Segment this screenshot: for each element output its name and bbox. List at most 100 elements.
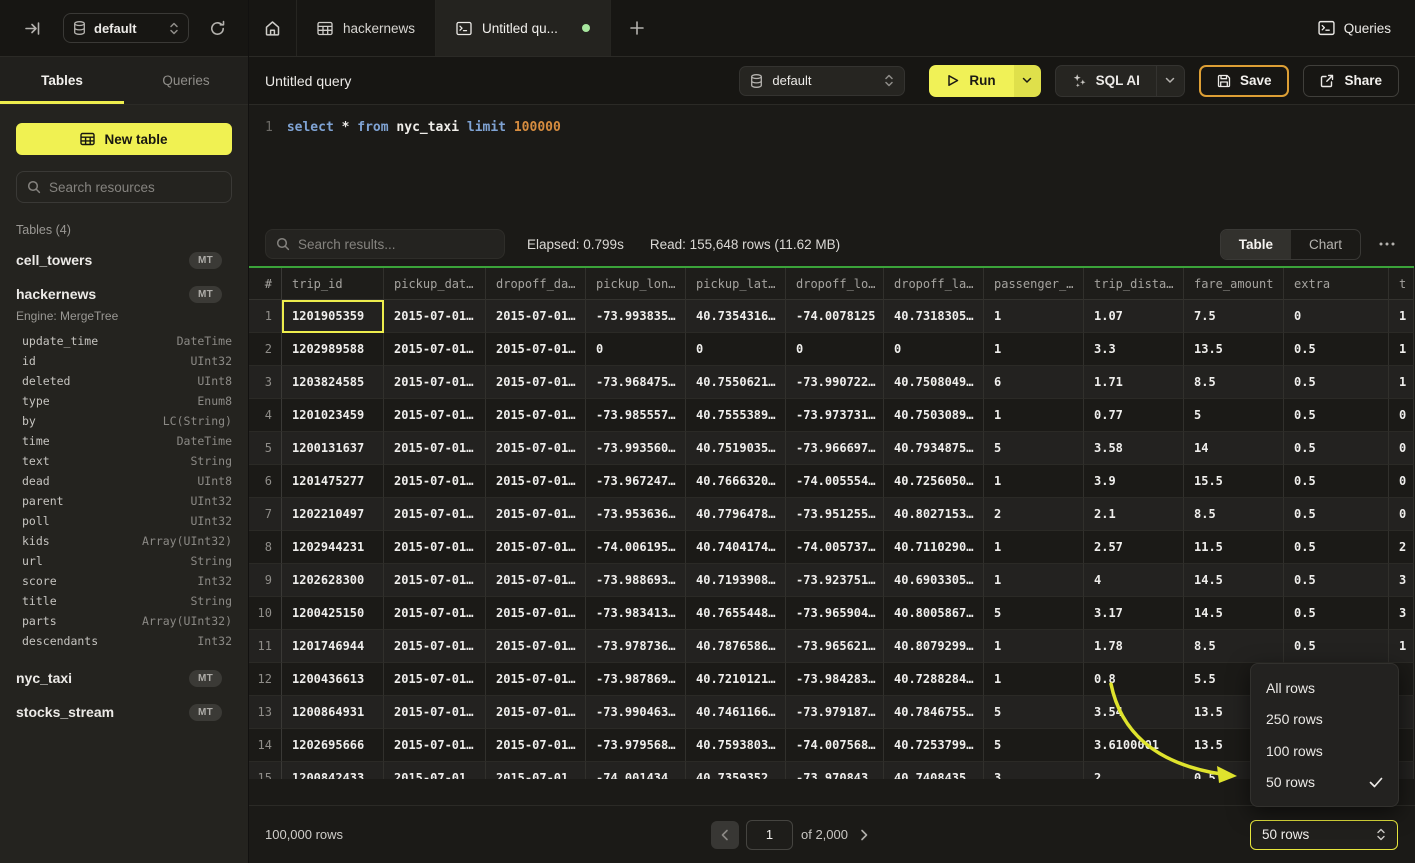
grid-cell[interactable]: -73.990722…: [786, 366, 884, 399]
grid-cell[interactable]: 14.5: [1184, 597, 1284, 630]
row-number[interactable]: 3: [249, 366, 282, 399]
grid-cell[interactable]: -73.970843…: [786, 762, 884, 779]
grid-cell[interactable]: 1200842433: [282, 762, 384, 779]
grid-cell[interactable]: 2015-07-01…: [384, 630, 486, 663]
grid-cell[interactable]: -73.993835…: [586, 300, 686, 333]
grid-cell[interactable]: -73.966697…: [786, 432, 884, 465]
grid-cell[interactable]: 40.8079299…: [884, 630, 984, 663]
grid-cell[interactable]: 2015-07-01…: [486, 762, 586, 779]
grid-cell[interactable]: 40.7318305…: [884, 300, 984, 333]
sql-ai-caret[interactable]: [1156, 66, 1184, 96]
grid-cell[interactable]: 2015-07-01…: [486, 564, 586, 597]
grid-cell[interactable]: 1: [984, 531, 1084, 564]
query-tab[interactable]: Untitled qu...: [436, 0, 611, 56]
grid-cell[interactable]: 40.7846755…: [884, 696, 984, 729]
grid-cell[interactable]: 2: [1389, 531, 1414, 564]
share-button[interactable]: Share: [1303, 65, 1399, 97]
row-number[interactable]: 12: [249, 663, 282, 696]
grid-cell[interactable]: -73.923751…: [786, 564, 884, 597]
grid-cell[interactable]: 0.5: [1284, 333, 1389, 366]
grid-cell[interactable]: 40.7256050…: [884, 465, 984, 498]
grid-cell[interactable]: -73.965904…: [786, 597, 884, 630]
grid-cell[interactable]: 1: [1389, 630, 1414, 663]
grid-cell[interactable]: 5: [984, 597, 1084, 630]
grid-cell[interactable]: 2015-07-01…: [486, 696, 586, 729]
grid-cell[interactable]: 2015-07-01…: [486, 531, 586, 564]
column-header-passenger_[interactable]: passenger_…: [984, 268, 1084, 300]
sql-ai-button[interactable]: SQL AI: [1055, 65, 1185, 97]
grid-cell[interactable]: 8.5: [1184, 498, 1284, 531]
next-page-button[interactable]: [860, 829, 868, 841]
sql-editor[interactable]: 1 select * from nyc_taxi limit 100000: [249, 105, 1415, 222]
column-header-dropoff_la[interactable]: dropoff_la…: [884, 268, 984, 300]
grid-cell[interactable]: -73.987869…: [586, 663, 686, 696]
grid-cell[interactable]: 0.5: [1284, 432, 1389, 465]
grid-cell[interactable]: -73.984283…: [786, 663, 884, 696]
grid-cell[interactable]: 14.5: [1184, 564, 1284, 597]
column-header-fare_amount[interactable]: fare_amount: [1184, 268, 1284, 300]
grid-cell[interactable]: 2015-07-01…: [486, 498, 586, 531]
results-search[interactable]: [265, 229, 505, 259]
grid-cell[interactable]: 2015-07-01…: [486, 300, 586, 333]
column-header-trip_id[interactable]: trip_id: [282, 268, 384, 300]
grid-cell[interactable]: -73.968475…: [586, 366, 686, 399]
grid-cell[interactable]: 2015-07-01…: [384, 762, 486, 779]
run-database-selector[interactable]: default: [739, 66, 905, 96]
grid-cell[interactable]: 2015-07-01…: [384, 399, 486, 432]
grid-cell[interactable]: 40.7210121…: [686, 663, 786, 696]
grid-cell[interactable]: 2015-07-01…: [384, 465, 486, 498]
grid-cell[interactable]: 2015-07-01…: [384, 300, 486, 333]
grid-cell[interactable]: -73.988693…: [586, 564, 686, 597]
grid-cell[interactable]: 0: [786, 333, 884, 366]
grid-cell[interactable]: 0.5: [1284, 630, 1389, 663]
grid-cell[interactable]: 40.7408435…: [884, 762, 984, 779]
row-number[interactable]: 2: [249, 333, 282, 366]
grid-cell[interactable]: 2015-07-01…: [486, 465, 586, 498]
page-size-select[interactable]: 50 rows: [1250, 820, 1398, 850]
grid-cell[interactable]: 40.7519035…: [686, 432, 786, 465]
resource-search-input[interactable]: [49, 180, 226, 195]
grid-cell[interactable]: 2015-07-01…: [486, 663, 586, 696]
grid-cell[interactable]: -73.993560…: [586, 432, 686, 465]
collapse-sidebar-icon[interactable]: [24, 20, 41, 37]
grid-cell[interactable]: 40.6903305…: [884, 564, 984, 597]
grid-cell[interactable]: 2015-07-01…: [486, 366, 586, 399]
grid-cell[interactable]: 1200131637: [282, 432, 384, 465]
save-button[interactable]: Save: [1199, 65, 1290, 97]
column-header-trip_dista[interactable]: trip_dista…: [1084, 268, 1184, 300]
resource-search[interactable]: [16, 171, 232, 203]
table-item-hackernews[interactable]: hackernewsMT: [16, 277, 232, 311]
grid-cell[interactable]: -73.973731…: [786, 399, 884, 432]
run-options-caret[interactable]: [1014, 65, 1041, 97]
menu-item-50-rows[interactable]: 50 rows: [1251, 767, 1398, 799]
grid-cell[interactable]: 2015-07-01…: [384, 663, 486, 696]
sql-ai-main[interactable]: SQL AI: [1056, 66, 1156, 96]
grid-cell[interactable]: -73.990463…: [586, 696, 686, 729]
grid-cell[interactable]: 0.77: [1084, 399, 1184, 432]
grid-cell[interactable]: 2015-07-01…: [384, 729, 486, 762]
grid-cell[interactable]: 0.5: [1284, 366, 1389, 399]
grid-cell[interactable]: 1202695666: [282, 729, 384, 762]
row-number[interactable]: 6: [249, 465, 282, 498]
grid-cell[interactable]: -73.951255…: [786, 498, 884, 531]
grid-cell[interactable]: 40.7876586…: [686, 630, 786, 663]
grid-cell[interactable]: 2015-07-01…: [486, 729, 586, 762]
row-number[interactable]: 5: [249, 432, 282, 465]
tab-queries[interactable]: Queries: [124, 57, 248, 104]
column-header-pickup_lat[interactable]: pickup_lat…: [686, 268, 786, 300]
menu-item-100-rows[interactable]: 100 rows: [1251, 735, 1398, 767]
row-number[interactable]: 8: [249, 531, 282, 564]
grid-cell[interactable]: 1.78: [1084, 630, 1184, 663]
grid-cell[interactable]: 2015-07-01…: [486, 333, 586, 366]
column-header-pickup_dat[interactable]: pickup_dat…: [384, 268, 486, 300]
grid-cell[interactable]: 8.5: [1184, 366, 1284, 399]
grid-cell[interactable]: 1.71: [1084, 366, 1184, 399]
grid-cell[interactable]: -74.0078125: [786, 300, 884, 333]
grid-cell[interactable]: 0.8: [1084, 663, 1184, 696]
prev-page-button[interactable]: [711, 821, 739, 849]
grid-cell[interactable]: 0.5: [1284, 399, 1389, 432]
grid-cell[interactable]: 40.8027153…: [884, 498, 984, 531]
grid-cell[interactable]: 0.5: [1284, 531, 1389, 564]
grid-cell[interactable]: 1202944231: [282, 531, 384, 564]
grid-cell[interactable]: 0.5: [1284, 597, 1389, 630]
